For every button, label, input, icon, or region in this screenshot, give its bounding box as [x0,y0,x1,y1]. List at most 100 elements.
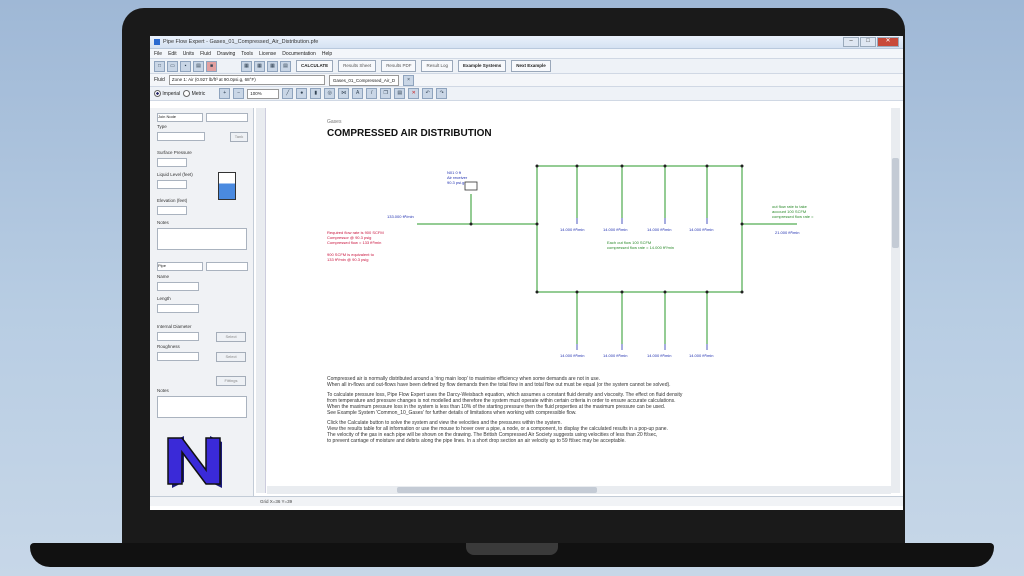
next-example-button[interactable]: Next Example [511,60,551,72]
outlet-flow-label: 14.000 ft³/min [647,227,671,232]
window-title: Pipe Flow Expert - Gases_01_Compressed_A… [163,39,319,45]
menu-file[interactable]: File [154,51,162,57]
roughness-field[interactable] [157,352,199,361]
outlet-flow-label: 14.000 ft³/min [689,353,713,358]
results-sheet-button[interactable]: Results Sheet [338,60,377,72]
surface-pressure-label: Surface Pressure [157,150,192,155]
zoom-in-icon[interactable]: + [219,88,231,99]
outflow-rate-note: compressed flow rate = [772,214,814,219]
drawing-canvas[interactable]: Gases COMPRESSED AIR DISTRIBUTION N01 0 … [267,108,891,493]
pipe-notes-field[interactable] [157,396,247,418]
scroll-thumb[interactable] [397,487,597,493]
pipe-name-field[interactable] [157,282,199,291]
tank-button[interactable]: Tank [230,132,248,142]
canvas-vertical-scrollbar[interactable] [891,108,900,493]
requirement-note: Compressed flow = 133 ft³/min [327,240,381,245]
surface-pressure-field[interactable] [157,158,187,167]
menu-fluid[interactable]: Fluid [200,51,211,57]
length-label: Length [157,296,171,301]
table-icon[interactable]: ▦ [254,60,265,72]
select-diameter-button[interactable]: Select [216,332,246,342]
pipe-name-label: Name [157,274,170,279]
pipe-notes-label: Notes [157,388,169,393]
calculate-button[interactable]: CALCULATE [296,60,334,72]
status-bar: Grid X=36 Y=39 [150,496,903,506]
paste-icon[interactable]: ▤ [394,88,406,99]
zoom-select[interactable]: 100% [247,88,280,99]
tank-tool-icon[interactable]: ▮ [310,88,322,99]
stop-icon[interactable]: ■ [206,60,217,72]
maximize-button[interactable]: □ [860,37,876,47]
junction-node [535,222,539,226]
minimize-button[interactable]: – [843,37,859,47]
unit-imperial-radio[interactable]: Imperial [154,90,180,97]
delete-icon[interactable]: ✕ [408,88,420,99]
node-type-select[interactable]: Join Node [157,113,203,122]
outlet-flow-label: 14.000 ft³/min [603,353,627,358]
app-window: Pipe Flow Expert - Gases_01_Compressed_A… [150,36,903,510]
type-label: Type [157,124,167,129]
results-pdf-button[interactable]: Results PDF [381,60,417,72]
menu-help[interactable]: Help [322,51,332,57]
pipe-network-diagram: N01 0 ft Air receiver 90.3 psi.g 133.000… [327,164,814,358]
canvas-horizontal-scrollbar[interactable] [267,486,891,494]
menu-edit[interactable]: Edit [168,51,177,57]
tank-diagram-icon [218,172,236,200]
internal-diameter-field[interactable] [157,332,199,341]
open-folder-icon[interactable]: ▭ [167,60,178,72]
fluid-select[interactable]: Zone 1: Air (0.927 lb/ft³ at 90.0psi.g, … [168,75,325,85]
junction-node [469,222,473,226]
pipe-material-select[interactable] [206,262,248,271]
length-field[interactable] [157,304,199,313]
node-notes-field[interactable] [157,228,247,250]
copy-icon[interactable]: ❐ [380,88,392,99]
close-button[interactable]: ✕ [877,37,899,47]
outflow-label: 21.000 ft³/min [775,230,799,235]
receiver-label: 90.3 psi.g [447,180,464,185]
report-icon[interactable]: ▤ [280,60,291,72]
menu-documentation[interactable]: Documentation [282,51,316,57]
pipe-select[interactable]: Pipe [157,262,203,271]
liquid-level-field[interactable] [157,180,187,189]
drawing-toolbar: Imperial Metric + − 100% ╱ ● ▮ ◎ ⋈ A / ❐… [150,87,903,101]
pipe-tool-icon[interactable]: ╱ [282,88,294,99]
elevation-field[interactable] [157,206,187,215]
zoom-out-icon[interactable]: − [233,88,245,99]
fittings-button[interactable]: Fittings [216,376,246,386]
menu-drawing[interactable]: Drawing [217,51,235,57]
tab-document[interactable]: Gases_01_Compressed_Air_D [328,74,400,86]
result-log-button[interactable]: Result Log [421,60,453,72]
outlet-flow-label: 14.000 ft³/min [689,227,713,232]
line-tool-icon[interactable]: / [366,88,378,99]
menu-units[interactable]: Units [183,51,194,57]
print-preview-icon[interactable]: ▦ [241,60,252,72]
save-icon[interactable]: ▪ [180,60,191,72]
junction-node [740,222,744,226]
type-field[interactable] [157,132,205,141]
new-file-icon[interactable]: □ [154,60,165,72]
text-tool-icon[interactable]: A [352,88,364,99]
laptop-notch [466,543,558,555]
tab-close-icon[interactable]: × [403,74,415,86]
app-icon [154,39,160,45]
unit-metric-radio[interactable]: Metric [183,90,205,97]
redo-icon[interactable]: ↷ [436,88,448,99]
menu-license[interactable]: License [259,51,276,57]
select-roughness-button[interactable]: Select [216,352,246,362]
grid-icon[interactable]: ▦ [267,60,278,72]
equivalence-note: 133 ft³/min @ 90.3 psig [327,257,368,262]
junction-node [705,164,709,168]
panel-scrollbar[interactable] [256,108,266,493]
example-systems-button[interactable]: Example Systems [457,60,507,72]
air-receiver-icon [464,181,478,191]
node-name-field[interactable] [206,113,248,122]
print-icon[interactable]: ▤ [193,60,204,72]
n-logo-icon [167,436,222,488]
valve-tool-icon[interactable]: ⋈ [338,88,350,99]
undo-icon[interactable]: ↶ [422,88,434,99]
menu-tools[interactable]: Tools [241,51,253,57]
pump-tool-icon[interactable]: ◎ [324,88,336,99]
node-tool-icon[interactable]: ● [296,88,308,99]
scroll-thumb[interactable] [892,158,899,248]
junction-node [705,290,709,294]
